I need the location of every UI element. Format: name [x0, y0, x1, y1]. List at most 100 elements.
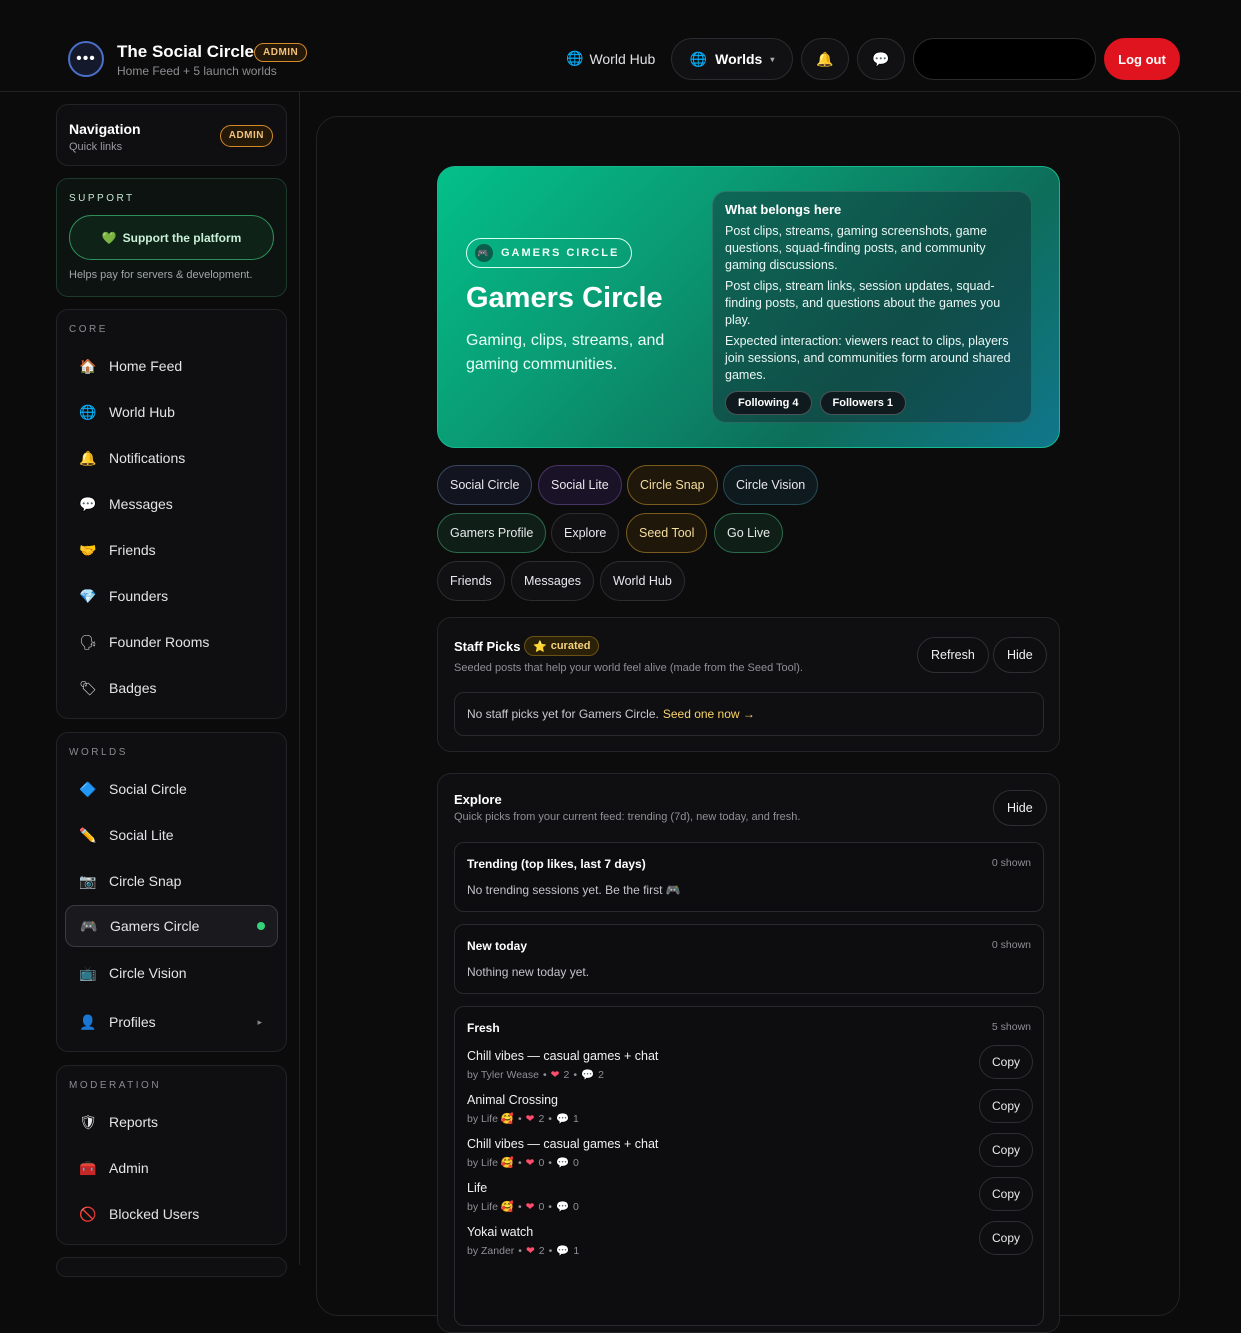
sidebar-item-circle-snap[interactable]: 📷 Circle Snap: [65, 860, 278, 902]
top-bar: ••• The Social Circle ADMIN Home Feed + …: [0, 0, 1241, 92]
worlds-dropdown-button[interactable]: 🌐 Worlds ▾: [671, 38, 793, 80]
refresh-button[interactable]: Refresh: [917, 637, 989, 673]
copy-button[interactable]: Copy: [978, 1177, 1033, 1211]
blue-diamond-icon: 🔷: [79, 780, 97, 797]
copy-button[interactable]: Copy: [978, 1045, 1033, 1079]
sidebar-item-friends[interactable]: 🤝 Friends: [65, 529, 278, 571]
post-title[interactable]: Yokai watch: [467, 1225, 533, 1239]
post-author: by Tyler Wease: [467, 1068, 539, 1081]
user-menu-button[interactable]: [913, 38, 1096, 80]
chip-explore[interactable]: Explore: [551, 513, 620, 553]
support-platform-button[interactable]: 💚 Support the platform: [69, 215, 274, 260]
logout-button[interactable]: Log out: [1104, 38, 1180, 80]
heart-icon: ❤: [550, 1068, 560, 1081]
post-author: by Zander: [467, 1244, 515, 1257]
hide-explore-button[interactable]: Hide: [993, 790, 1047, 826]
new-today-box: New today 0 shown Nothing new today yet.: [454, 924, 1044, 994]
world-subtitle: Gaming, clips, streams, and gaming commu…: [466, 332, 665, 373]
sidebar-item-label: Gamers Circle: [110, 918, 200, 934]
list-item: Chill vibes — casual games + chat by Lif…: [467, 1133, 1033, 1177]
hide-staff-picks-button[interactable]: Hide: [993, 637, 1047, 673]
post-title[interactable]: Chill vibes — casual games + chat: [467, 1137, 658, 1151]
brand-logo-icon[interactable]: •••: [68, 41, 104, 77]
sidebar-item-gamers-circle[interactable]: 🎮 Gamers Circle: [65, 905, 278, 947]
fresh-count: 5 shown: [991, 1021, 1031, 1033]
copy-button[interactable]: Copy: [978, 1089, 1033, 1123]
sidebar-item-admin[interactable]: 🧰 Admin: [65, 1147, 278, 1189]
world-hub-link[interactable]: 🌐 World Hub: [566, 50, 655, 67]
post-title[interactable]: Life: [467, 1181, 487, 1195]
chip-go-live[interactable]: Go Live: [714, 513, 784, 553]
sidebar-item-blocked-users[interactable]: 🚫 Blocked Users: [65, 1193, 278, 1235]
chip-circle-snap[interactable]: Circle Snap: [627, 465, 718, 505]
followers-count-button[interactable]: Followers 1: [819, 391, 907, 415]
admin-badge: ADMIN: [254, 43, 308, 62]
box-paragraph: Post clips, streams, gaming screenshots,…: [725, 224, 987, 272]
post-author: by Life 🥰: [467, 1201, 514, 1213]
list-item: Life by Life 🥰 • ❤ 0 • 💬 0 Copy: [467, 1177, 1033, 1221]
sidebar-item-profiles[interactable]: 👤 Profiles ▸: [65, 1001, 278, 1043]
chevron-down-icon: ▾: [770, 54, 775, 64]
sidebar-item-social-circle[interactable]: 🔷 Social Circle: [65, 768, 278, 810]
sidebar-item-circle-vision[interactable]: 📺 Circle Vision: [65, 952, 278, 994]
heart-icon: ❤: [525, 1244, 535, 1257]
messages-button[interactable]: 💬: [857, 38, 905, 80]
seed-one-now-link[interactable]: Seed one now →: [663, 707, 755, 721]
sidebar-item-badges[interactable]: 🏷 Badges: [65, 667, 278, 709]
sidebar-item-world-hub[interactable]: 🌐 World Hub: [65, 391, 278, 433]
trending-box: Trending (top likes, last 7 days) 0 show…: [454, 842, 1044, 912]
trending-title: Trending (top likes, last 7 days): [467, 857, 646, 871]
notifications-button[interactable]: 🔔: [801, 38, 849, 80]
sidebar-item-label: Social Lite: [109, 827, 174, 843]
post-title[interactable]: Chill vibes — casual games + chat: [467, 1049, 658, 1063]
like-count: 2: [538, 1112, 545, 1125]
sidebar-item-founders[interactable]: 💎 Founders: [65, 575, 278, 617]
curated-badge: ⭐ curated: [524, 636, 600, 656]
support-section-label: SUPPORT: [69, 193, 135, 204]
person-icon: 👤: [79, 1013, 97, 1030]
sidebar-item-founder-rooms[interactable]: 🗣 Founder Rooms: [65, 621, 278, 663]
camera-icon: 📷: [79, 872, 97, 889]
chip-messages[interactable]: Messages: [511, 561, 594, 601]
support-card: SUPPORT 💚 Support the platform Helps pay…: [56, 178, 287, 297]
comment-count: 2: [598, 1068, 604, 1081]
game-controller-icon: 🎮: [80, 917, 98, 934]
core-section: CORE 🏠 Home Feed 🌐 World Hub 🔔 Notification…: [56, 309, 287, 719]
what-belongs-here-box: What belongs here Post clips, streams, g…: [712, 191, 1032, 423]
worlds-label: Worlds: [715, 51, 763, 67]
following-count-button[interactable]: Following 4: [725, 391, 812, 415]
speaking-head-icon: 🗣: [79, 633, 97, 650]
sidebar-item-social-lite[interactable]: ✏️ Social Lite: [65, 814, 278, 856]
chip-gamers-profile[interactable]: Gamers Profile: [437, 513, 547, 553]
sidebar-item-messages[interactable]: 💬 Messages: [65, 483, 278, 525]
chat-bubble-icon: 💬: [872, 50, 890, 67]
sidebar-item-home-feed[interactable]: 🏠 Home Feed: [65, 345, 278, 387]
chip-friends[interactable]: Friends: [437, 561, 505, 601]
copy-button[interactable]: Copy: [978, 1221, 1033, 1255]
admin-badge: ADMIN: [219, 125, 273, 147]
chip-world-hub[interactable]: World Hub: [600, 561, 685, 601]
sidebar-item-label: Reports: [109, 1114, 159, 1130]
world-hub-label: World Hub: [589, 50, 656, 67]
world-title: Gamers Circle: [466, 282, 663, 314]
sidebar-item-label: Friends: [109, 542, 156, 558]
sidebar-item-notifications[interactable]: 🔔 Notifications: [65, 437, 278, 479]
explore-title: Explore: [454, 792, 502, 807]
sidebar-item-reports[interactable]: 🛡 Reports: [65, 1101, 278, 1143]
chip-seed-tool[interactable]: Seed Tool: [626, 513, 708, 553]
pencil-icon: ✏️: [79, 826, 97, 843]
post-title[interactable]: Animal Crossing: [467, 1093, 558, 1107]
explore-description: Quick picks from your current feed: tren…: [454, 811, 801, 823]
post-meta: by Life 🥰 • ❤ 2 • 💬 1: [467, 1112, 579, 1126]
staff-picks-title: Staff Picks: [454, 639, 521, 654]
post-meta: by Life 🥰 • ❤ 0 • 💬 0: [467, 1200, 579, 1214]
copy-button[interactable]: Copy: [978, 1133, 1033, 1167]
sidebar-item-label: Home Feed: [109, 358, 183, 374]
chip-social-circle[interactable]: Social Circle: [437, 465, 533, 505]
post-meta: by Tyler Wease • ❤ 2 • 💬 2: [467, 1068, 604, 1082]
fresh-box: Fresh 5 shown Chill vibes — casual games…: [454, 1006, 1044, 1326]
chip-circle-vision[interactable]: Circle Vision: [723, 465, 819, 505]
chip-social-lite[interactable]: Social Lite: [538, 465, 622, 505]
comment-icon: 💬: [581, 1069, 595, 1081]
sidebar-item-label: Admin: [109, 1160, 149, 1176]
